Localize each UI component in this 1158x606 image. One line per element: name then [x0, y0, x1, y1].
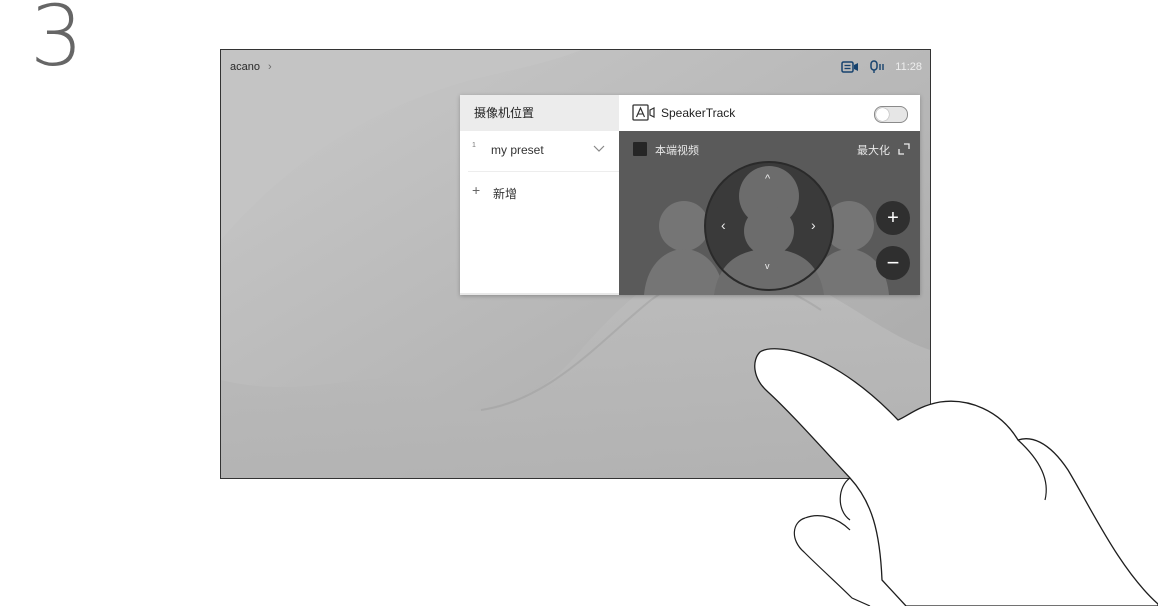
pointing-hand-illustration: [754, 348, 1158, 606]
